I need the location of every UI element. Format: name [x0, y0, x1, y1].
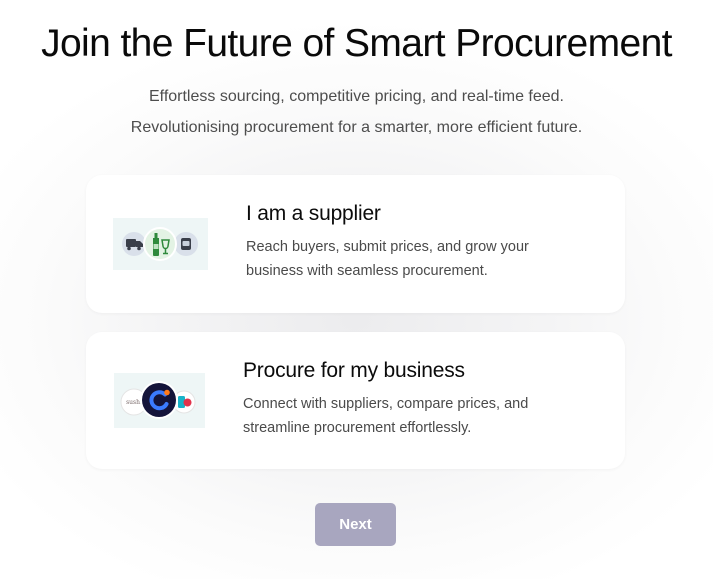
procure-option-card[interactable]: sushi Procure for my business Connect wi… [86, 332, 625, 469]
procure-option-title: Procure for my business [243, 359, 465, 382]
restaurant-logo-text: sushi [126, 399, 142, 406]
food-can-icon [174, 232, 198, 256]
supplier-option-title: I am a supplier [246, 202, 381, 225]
page-title: Join the Future of Smart Procurement [41, 22, 672, 65]
procure-illustration: sushi [114, 373, 205, 428]
supplier-illustration [113, 218, 208, 270]
supplier-option-card[interactable]: I am a supplier Reach buyers, submit pri… [86, 175, 625, 313]
next-button[interactable]: Next [315, 503, 396, 546]
supplier-option-description: Reach buyers, submit prices, and grow yo… [246, 239, 529, 279]
page-subtitle-line-1: Effortless sourcing, competitive pricing… [148, 88, 564, 105]
page-subtitle-line-2: Revolutionising procurement for a smarte… [130, 119, 583, 136]
procure-option-description: Connect with suppliers, compare prices, … [243, 396, 529, 436]
business-logo-center [140, 381, 178, 419]
delivery-truck-icon [122, 232, 146, 256]
